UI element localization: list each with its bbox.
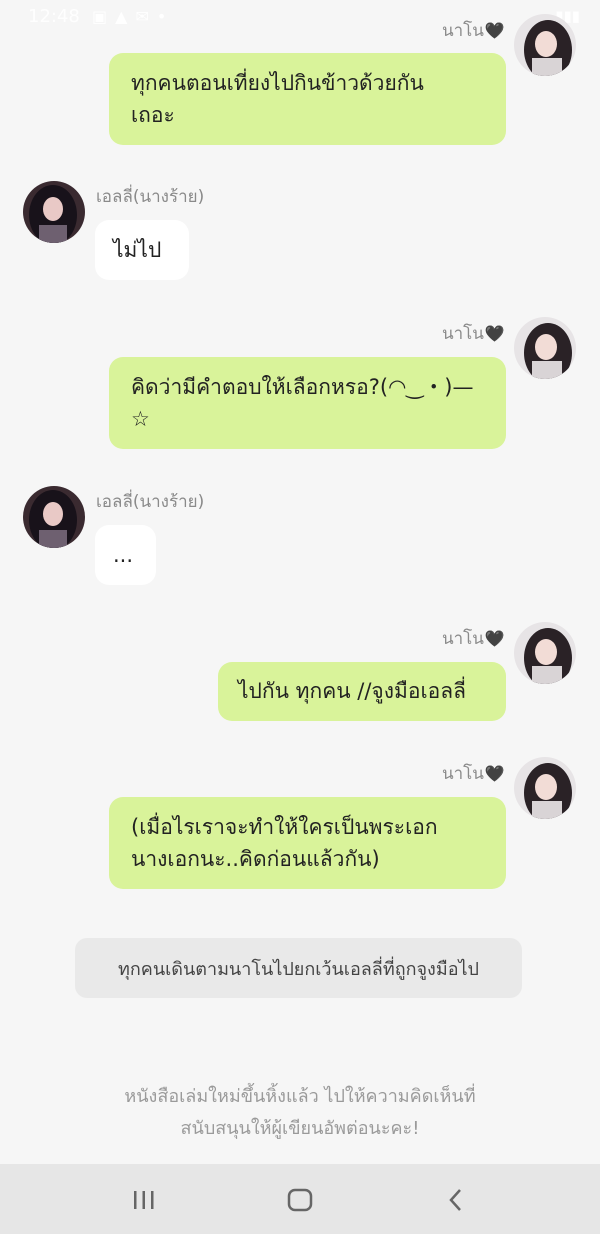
black-heart-icon: 🖤 [484, 21, 505, 40]
status-icons: ▣ ▲ ✉ • [92, 7, 166, 26]
mail-icon: ✉ [135, 7, 149, 26]
black-heart-icon: 🖤 [484, 324, 505, 343]
avatar[interactable] [514, 14, 576, 76]
sender-name: นาโน🖤 [442, 629, 505, 649]
message-bubble: ไม่ไป [95, 220, 189, 280]
message-bubble: ไปกัน ทุกคน //จูงมือเอลลี่ [218, 662, 506, 721]
author-note: หนังสือเล่มใหม่ขึ้นหิ้งแล้ว ไปให้ความคิด… [124, 1086, 476, 1139]
image-icon: ▣ [92, 7, 108, 26]
avatar[interactable] [514, 622, 576, 684]
narration-box: ทุกคนเดินตามนาโนไปยกเว้นเอลลี่ที่ถูกจูงม… [75, 938, 522, 998]
message-bubble: ... [95, 525, 156, 585]
sender-name: นาโน🖤 [442, 21, 505, 41]
message-bubble: ทุกคนตอนเที่ยงไปกินข้าวด้วยกัน เถอะ [109, 53, 506, 145]
status-bar: 12:48 ▣ ▲ ✉ • ▮▮▮ [0, 0, 600, 36]
avatar[interactable] [514, 757, 576, 819]
black-heart-icon: 🖤 [484, 764, 505, 783]
notification-icon: ▲ [115, 7, 128, 26]
black-heart-icon: 🖤 [484, 629, 505, 648]
more-icon: • [156, 7, 167, 26]
sender-name: นาโน🖤 [442, 764, 505, 784]
message-bubble: คิดว่ามีคำตอบให้เลือกหรอ?(◠‿・)— ☆ [109, 357, 506, 449]
home-icon[interactable] [282, 1182, 318, 1218]
status-time: 12:48 [28, 6, 80, 27]
sender-name: นาโน🖤 [442, 324, 505, 344]
sender-name: เอลลี่(นางร้าย) [96, 187, 205, 207]
avatar[interactable] [514, 317, 576, 379]
avatar[interactable] [23, 486, 85, 548]
recents-icon[interactable] [126, 1182, 162, 1218]
avatar[interactable] [23, 181, 85, 243]
message-bubble: (เมื่อไรเราจะทำให้ใครเป็นพระเอก นางเอกนะ… [109, 797, 506, 889]
back-icon[interactable] [438, 1182, 474, 1218]
navigation-bar [0, 1164, 600, 1234]
sender-name: เอลลี่(นางร้าย) [96, 492, 205, 512]
